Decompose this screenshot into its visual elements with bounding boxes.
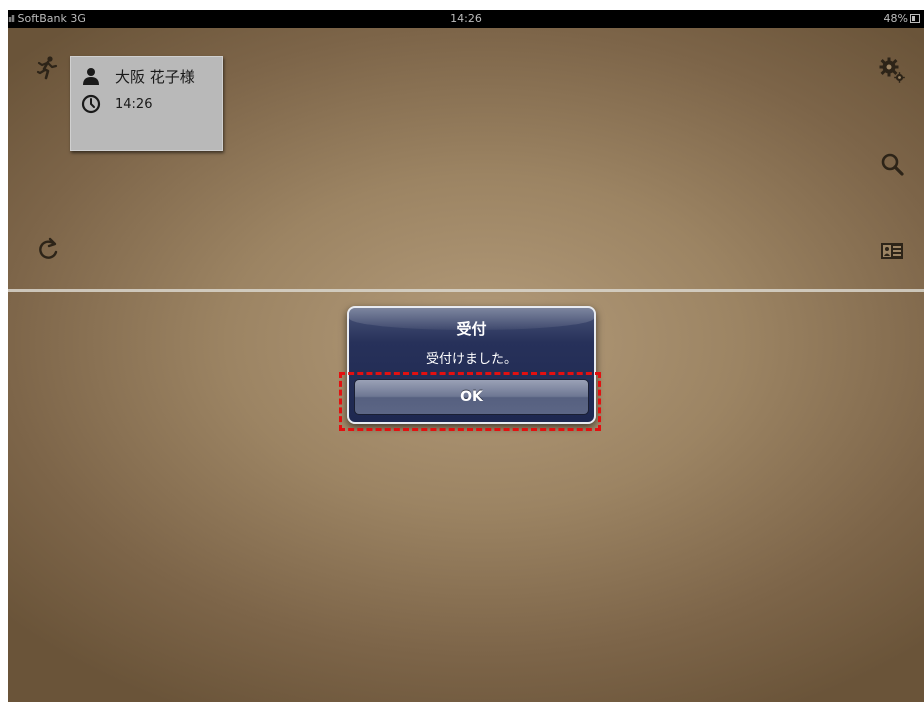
person-icon [83, 68, 99, 85]
status-bar: ııll SoftBank 3G 14:26 48% [8, 10, 924, 28]
alert-title: 受付 [456, 320, 487, 338]
divider [8, 289, 924, 292]
visitor-name-row: 大阪 花子様 [81, 65, 195, 87]
visitor-time-row: 14:26 [81, 93, 152, 115]
visitor-card[interactable]: 大阪 花子様 14:26 [70, 56, 223, 151]
runner-icon[interactable] [36, 55, 58, 81]
visitor-name: 大阪 花子様 [115, 67, 195, 86]
status-time: 14:26 [450, 12, 482, 25]
gear-icon[interactable] [878, 56, 906, 84]
app-screen: ııll SoftBank 3G 14:26 48% 大阪 花子様 14:26 … [8, 10, 924, 702]
id-card-icon[interactable] [880, 242, 904, 260]
refresh-icon[interactable] [37, 236, 61, 262]
battery-level: 48% [883, 12, 908, 25]
battery-icon [910, 14, 920, 23]
clock-icon [81, 94, 101, 114]
status-battery: 48% [884, 10, 920, 28]
alert-message: 受付けました。 [425, 352, 517, 367]
highlight-box [339, 372, 601, 431]
search-icon[interactable] [880, 152, 906, 178]
visitor-time: 14:26 [115, 96, 153, 112]
